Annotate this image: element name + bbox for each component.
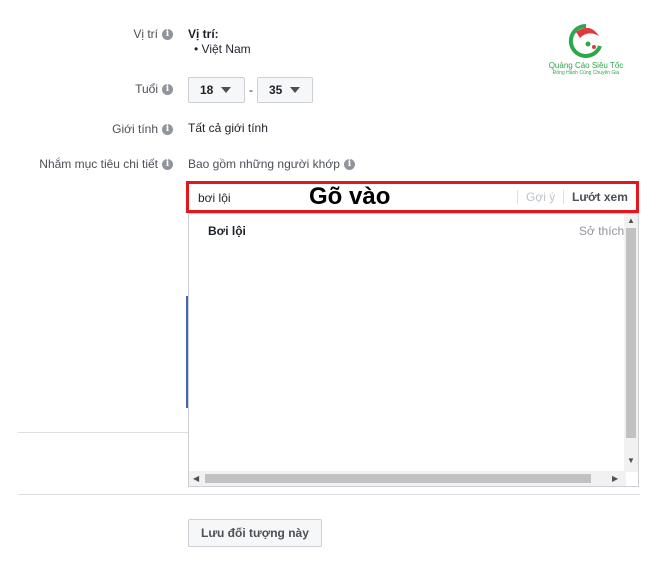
detailed-targeting-label: Nhắm mục tiêu chi tiết i [39, 157, 173, 171]
logo-tagline: Đồng Hành Cùng Chuyên Gia [552, 70, 620, 76]
info-icon[interactable]: i [162, 123, 173, 135]
location-title: Vị trí: [188, 27, 219, 41]
suggestions-link[interactable]: Gợi ý [517, 190, 555, 204]
gender-label: Giới tính i [112, 122, 173, 136]
gender-value: Tất cả giới tính [188, 121, 268, 135]
scrollbar-thumb[interactable] [626, 228, 636, 438]
location-item: • Việt Nam [194, 42, 251, 56]
age-max-select[interactable]: 35 [257, 77, 313, 103]
result-name: Bơi lội [208, 224, 246, 238]
scrollbar-thumb[interactable] [205, 474, 591, 483]
logo-brand: Quảng Cáo Siêu Tốc [548, 61, 624, 70]
age-label: Tuổi i [135, 82, 173, 96]
browse-link[interactable]: Lướt xem [563, 190, 628, 204]
caret-down-icon [290, 87, 301, 93]
type-in-annotation: Gõ vào [309, 183, 391, 210]
search-input[interactable]: bơi lội [198, 191, 231, 205]
caret-down-icon [221, 87, 232, 93]
info-icon[interactable]: i [162, 158, 173, 170]
result-category: Sở thích [579, 224, 625, 238]
scroll-right-icon[interactable]: ▶ [612, 474, 618, 484]
scroll-left-icon[interactable]: ◀ [193, 474, 199, 484]
scroll-down-icon[interactable]: ▼ [627, 456, 635, 466]
age-separator: - [249, 83, 253, 97]
bullet-icon: • [194, 42, 202, 56]
brand-logo: Quảng Cáo Siêu Tốc Đồng Hành Cùng Chuyên… [536, 22, 636, 76]
info-icon[interactable]: i [162, 28, 173, 40]
results-dropdown: Bơi lội Sở thích ▲ ▼ ◀ ▶ [188, 213, 639, 487]
location-label: Vị trí i [133, 27, 173, 41]
save-audience-button[interactable]: Lưu đối tượng này [188, 519, 322, 547]
info-icon[interactable]: i [343, 158, 355, 170]
info-icon[interactable]: i [162, 83, 173, 95]
divider [18, 432, 188, 433]
age-min-select[interactable]: 18 [188, 77, 245, 103]
logo-icon [568, 23, 602, 58]
detailed-targeting-search[interactable]: bơi lội Gõ vào Gợi ý Lướt xem [186, 181, 639, 213]
divider [18, 494, 640, 495]
include-text: Bao gồm những người khớp i [188, 157, 355, 171]
result-item[interactable]: Bơi lội Sở thích [189, 214, 625, 244]
scroll-up-icon[interactable]: ▲ [627, 216, 635, 226]
horizontal-scrollbar[interactable]: ◀ ▶ [189, 471, 626, 486]
vertical-scrollbar[interactable]: ▲ ▼ [624, 214, 638, 472]
